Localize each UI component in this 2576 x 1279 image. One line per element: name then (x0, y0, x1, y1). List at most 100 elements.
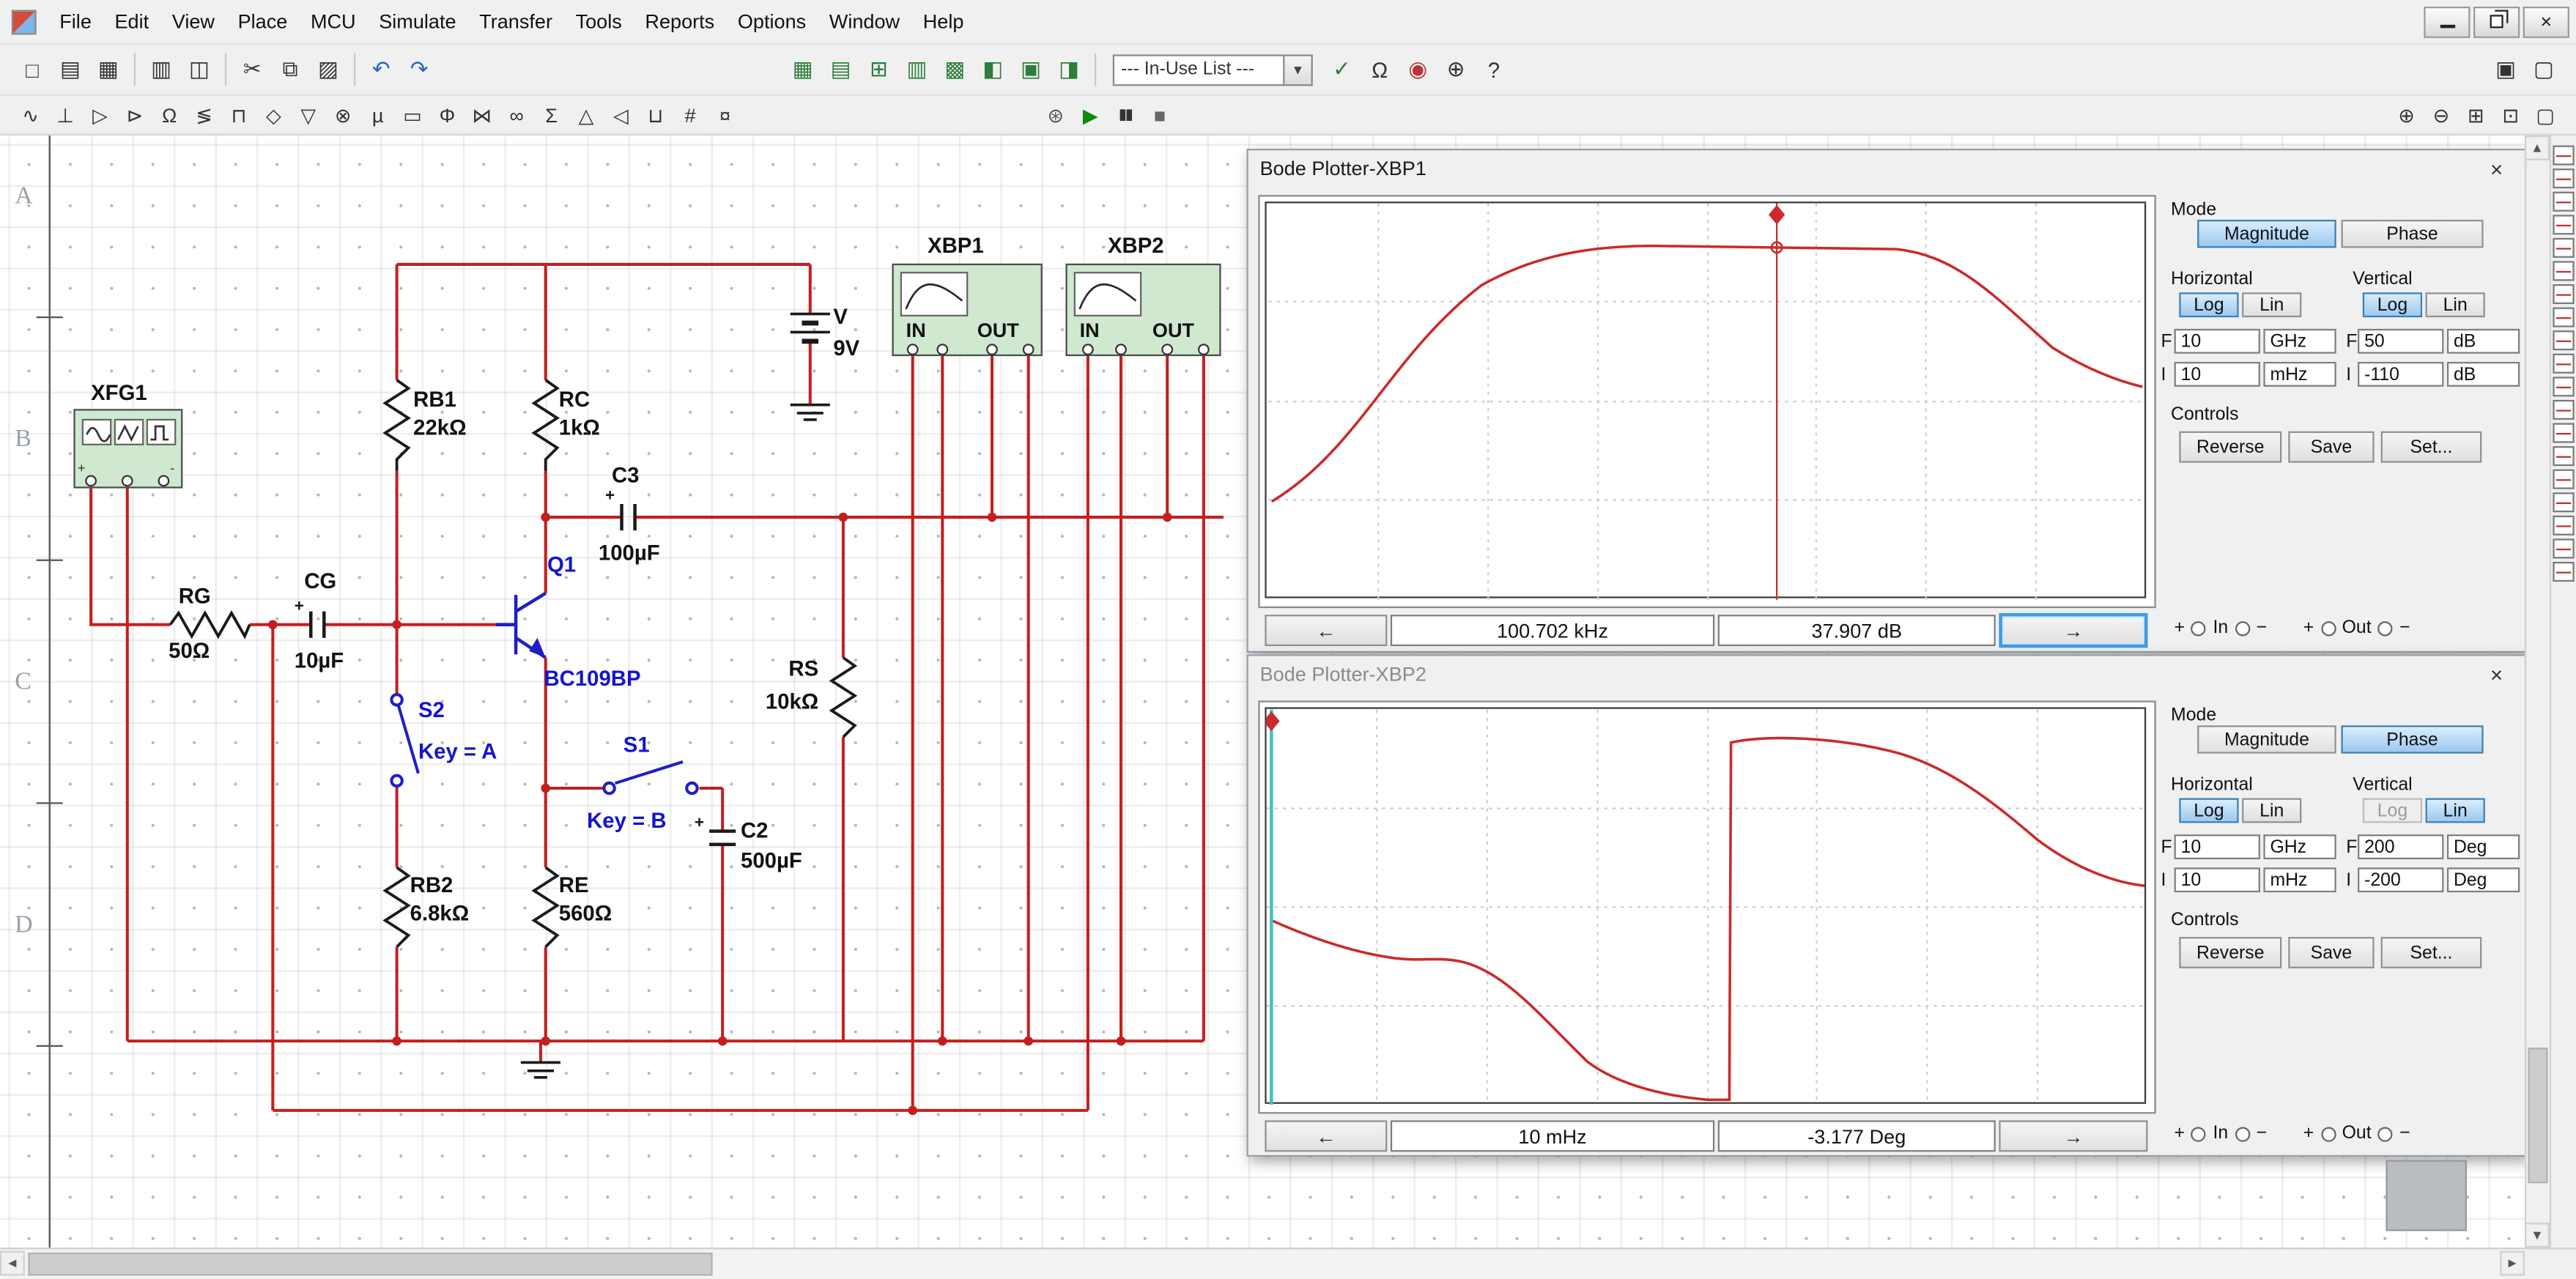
menu-edit[interactable]: Edit (103, 5, 160, 38)
place-rf-icon[interactable]: ⋈ (466, 99, 497, 130)
restore-button[interactable] (2473, 6, 2520, 37)
zoom-in-icon[interactable]: ⊕ (2391, 99, 2422, 130)
place-bus-icon[interactable]: # (675, 99, 706, 130)
bode2-cursor-left-button[interactable]: ← (1265, 1120, 1387, 1152)
bode1-save-button[interactable]: Save (2288, 431, 2374, 463)
find-icon[interactable]: ⊕ (1438, 52, 1473, 86)
scroll-up-icon[interactable]: ▲ (2525, 136, 2550, 160)
erc-check-icon[interactable]: ✓ (1325, 52, 1359, 86)
in-use-list-dropdown-icon[interactable]: ▼ (1284, 53, 1312, 85)
transistor-q1[interactable] (496, 593, 546, 658)
instrument-icon[interactable] (2553, 423, 2574, 442)
breadboard-icon[interactable]: ◉ (1400, 52, 1435, 86)
bode1-close-icon[interactable]: × (2480, 154, 2513, 184)
place-electromech-icon[interactable]: ∞ (501, 99, 533, 130)
new-file-icon[interactable]: □ (15, 52, 49, 86)
instrument-icon[interactable] (2553, 238, 2574, 258)
bode-plotter-xbp2-window[interactable]: Bode Plotter-XBP2 × (1247, 654, 2525, 1157)
cursor-handle-icon[interactable] (1267, 711, 1280, 731)
bode1-vf-input[interactable]: 50 (2358, 329, 2443, 354)
in-plus-terminal[interactable] (2191, 1126, 2206, 1141)
cut-icon[interactable]: ✂ (234, 52, 269, 86)
bode2-cursor-right-button[interactable]: → (1999, 1120, 2147, 1152)
menu-help[interactable]: Help (911, 5, 975, 38)
pause-simulation-icon[interactable]: ▮▮ (1109, 99, 1141, 130)
parts-list-icon[interactable]: ▣ (1013, 52, 1048, 86)
menu-tools[interactable]: Tools (564, 5, 634, 38)
bode2-hi-unit[interactable]: mHz (2263, 867, 2336, 892)
place-power-icon[interactable]: µ (362, 99, 393, 130)
netlist-icon[interactable]: ◨ (1051, 52, 1086, 86)
function-generator-xfg1[interactable]: + - (75, 409, 182, 487)
place-mixed-icon[interactable]: ▽ (292, 99, 324, 130)
instrument-icon[interactable] (2553, 261, 2574, 281)
schematic-canvas[interactable]: A B C D (0, 136, 2525, 1248)
redo-icon[interactable]: ↷ (401, 52, 436, 86)
print-icon[interactable]: ▥ (144, 52, 178, 86)
instrument-icon[interactable] (2553, 308, 2574, 327)
bode2-titlebar[interactable]: Bode Plotter-XBP2 × (1248, 656, 2525, 693)
horizontal-scroll-thumb[interactable] (28, 1253, 712, 1276)
scroll-down-icon[interactable]: ▼ (2525, 1223, 2550, 1248)
instrument-icon[interactable] (2553, 538, 2574, 558)
out-plus-terminal[interactable] (2320, 620, 2335, 635)
place-peripherals-icon[interactable]: Φ (432, 99, 463, 130)
zoom-fit-icon[interactable]: ⊡ (2495, 99, 2526, 130)
switch-s2[interactable] (391, 694, 418, 786)
place-ni-icon[interactable]: Σ (536, 99, 567, 130)
instrument-icon[interactable] (2553, 284, 2574, 304)
vertical-scrollbar[interactable]: ▲ ▼ (2525, 136, 2550, 1248)
capacitors[interactable] (311, 504, 736, 845)
place-label-icon[interactable]: ¤ (709, 99, 741, 130)
bode2-plot[interactable] (1265, 707, 2146, 1103)
bode2-vlog-button[interactable]: Log (2363, 798, 2422, 823)
copy-icon[interactable]: ⧉ (273, 52, 307, 86)
bode1-set-button[interactable]: Set... (2381, 431, 2482, 463)
scroll-left-icon[interactable]: ◄ (0, 1251, 25, 1276)
bode2-set-button[interactable]: Set... (2381, 937, 2482, 968)
bode2-magnitude-button[interactable]: Magnitude (2197, 725, 2336, 753)
instrument-icon[interactable] (2553, 516, 2574, 535)
place-source-icon[interactable]: ∿ (15, 99, 46, 130)
place-mcu-icon[interactable]: ◁ (605, 99, 637, 130)
database-manager-icon[interactable]: ⊞ (862, 52, 896, 86)
bode1-hlin-button[interactable]: Lin (2242, 292, 2301, 317)
bode1-hf-unit[interactable]: GHz (2263, 329, 2336, 354)
bode2-close-icon[interactable]: × (2480, 659, 2513, 689)
zoom-out-icon[interactable]: ⊖ (2426, 99, 2457, 130)
cursor-handle-icon[interactable] (1769, 205, 1785, 225)
undo-icon[interactable]: ↶ (363, 52, 398, 86)
horizontal-scrollbar[interactable]: ◄ ► (0, 1248, 2525, 1279)
menu-reports[interactable]: Reports (634, 5, 726, 38)
place-connector-icon[interactable]: △ (571, 99, 602, 130)
instrument-icon[interactable] (2553, 168, 2574, 188)
bode1-hi-unit[interactable]: mHz (2263, 362, 2336, 387)
paste-icon[interactable]: ▨ (311, 52, 345, 86)
out-plus-terminal[interactable] (2320, 1126, 2335, 1141)
bode1-titlebar[interactable]: Bode Plotter-XBP1 × (1248, 150, 2525, 187)
menu-window[interactable]: Window (818, 5, 911, 38)
open-file-icon[interactable]: ▤ (53, 52, 87, 86)
instrument-icon[interactable] (2553, 492, 2574, 512)
postprocessor-icon[interactable]: ◧ (975, 52, 1010, 86)
instrument-icon[interactable] (2553, 146, 2574, 166)
vertical-scroll-thumb[interactable] (2528, 1048, 2547, 1183)
bode2-vf-input[interactable]: 200 (2358, 834, 2443, 859)
bode1-vi-input[interactable]: -110 (2358, 362, 2443, 387)
bode1-plot[interactable] (1265, 201, 2146, 598)
menu-simulate[interactable]: Simulate (367, 5, 467, 38)
bode1-cursor-left-button[interactable]: ← (1265, 615, 1387, 646)
zoom-area-icon[interactable]: ⊞ (2460, 99, 2492, 130)
spreadsheet-view-icon[interactable]: ▤ (823, 52, 858, 86)
component-detail-icon[interactable]: Ω (1363, 52, 1397, 86)
simulation-settings-icon[interactable]: ⊛ (1040, 99, 1071, 130)
bode1-hi-input[interactable]: 10 (2175, 362, 2260, 387)
bode1-vlog-button[interactable]: Log (2363, 292, 2422, 317)
menu-place[interactable]: Place (226, 5, 299, 38)
menu-options[interactable]: Options (726, 5, 818, 38)
menu-file[interactable]: File (48, 5, 103, 38)
print-preview-icon[interactable]: ◫ (182, 52, 216, 86)
instrument-icon[interactable] (2553, 562, 2574, 582)
bode1-cursor-right-button[interactable]: → (1999, 613, 2147, 648)
instrument-icon[interactable] (2553, 377, 2574, 396)
